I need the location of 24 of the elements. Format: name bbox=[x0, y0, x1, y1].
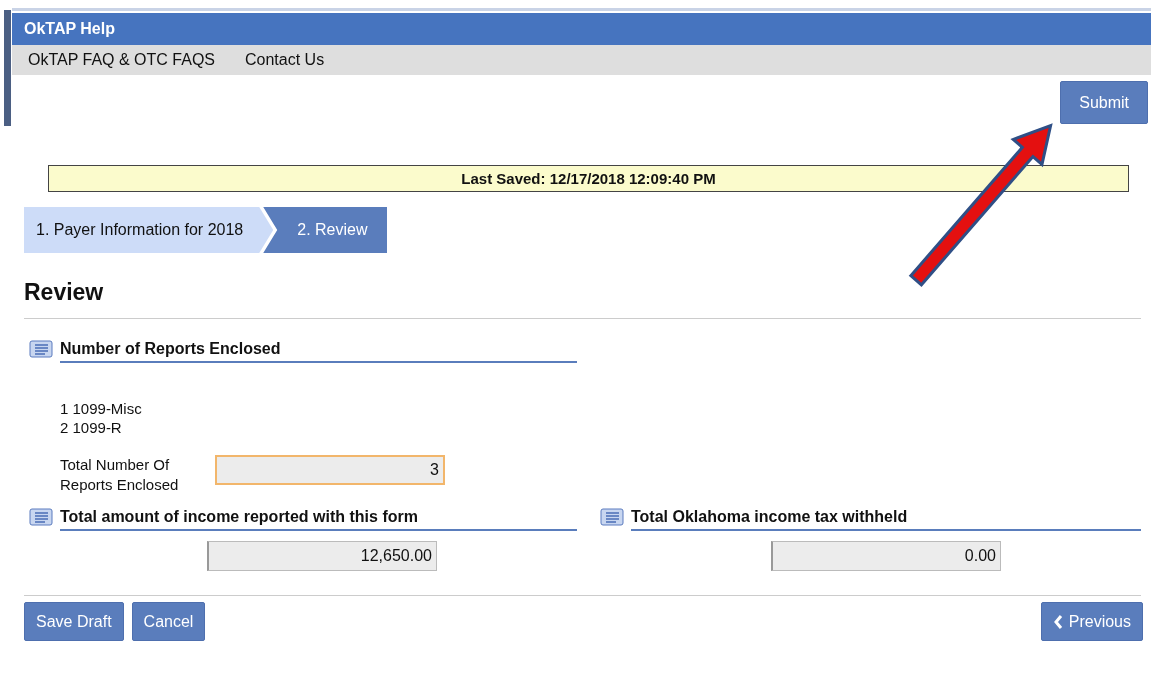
footer-button[interactable]: Save Draft bbox=[24, 602, 124, 641]
field-label: Total Number Of Reports Enclosed bbox=[60, 455, 180, 495]
previous-button[interactable]: Previous bbox=[1040, 602, 1143, 641]
total-reports-field[interactable]: 3 bbox=[215, 455, 445, 485]
chevron-left-icon bbox=[1052, 613, 1063, 630]
wizard-step[interactable]: 2. Review bbox=[263, 207, 388, 253]
report-item: 1 1099-Misc bbox=[60, 399, 143, 418]
amount-field[interactable]: 0.00 bbox=[771, 541, 1001, 571]
amount-field[interactable]: 12,650.00 bbox=[207, 541, 437, 571]
section-title: Total amount of income reported with this form bbox=[60, 508, 577, 531]
note-icon bbox=[599, 507, 625, 527]
section-title: Total Oklahoma income tax withheld bbox=[631, 508, 1141, 531]
footer-button[interactable]: Cancel bbox=[131, 602, 206, 641]
page-title: Review bbox=[24, 279, 105, 306]
report-item: 2 1099-R bbox=[60, 418, 123, 437]
submit-button[interactable]: Submit bbox=[1060, 81, 1148, 124]
wizard-step[interactable]: 1. Payer Information for 2018 bbox=[24, 207, 274, 253]
note-icon bbox=[28, 507, 54, 527]
menu-link[interactable]: OkTAP FAQ & OTC FAQS bbox=[28, 51, 215, 69]
section-title: Number of Reports Enclosed bbox=[60, 340, 577, 363]
header-title: OkTAP Help bbox=[12, 13, 1151, 45]
menu-link[interactable]: Contact Us bbox=[245, 51, 325, 69]
note-icon bbox=[28, 339, 54, 359]
last-saved-banner: Last Saved: 12/17/2018 12:09:40 PM bbox=[48, 165, 1129, 192]
